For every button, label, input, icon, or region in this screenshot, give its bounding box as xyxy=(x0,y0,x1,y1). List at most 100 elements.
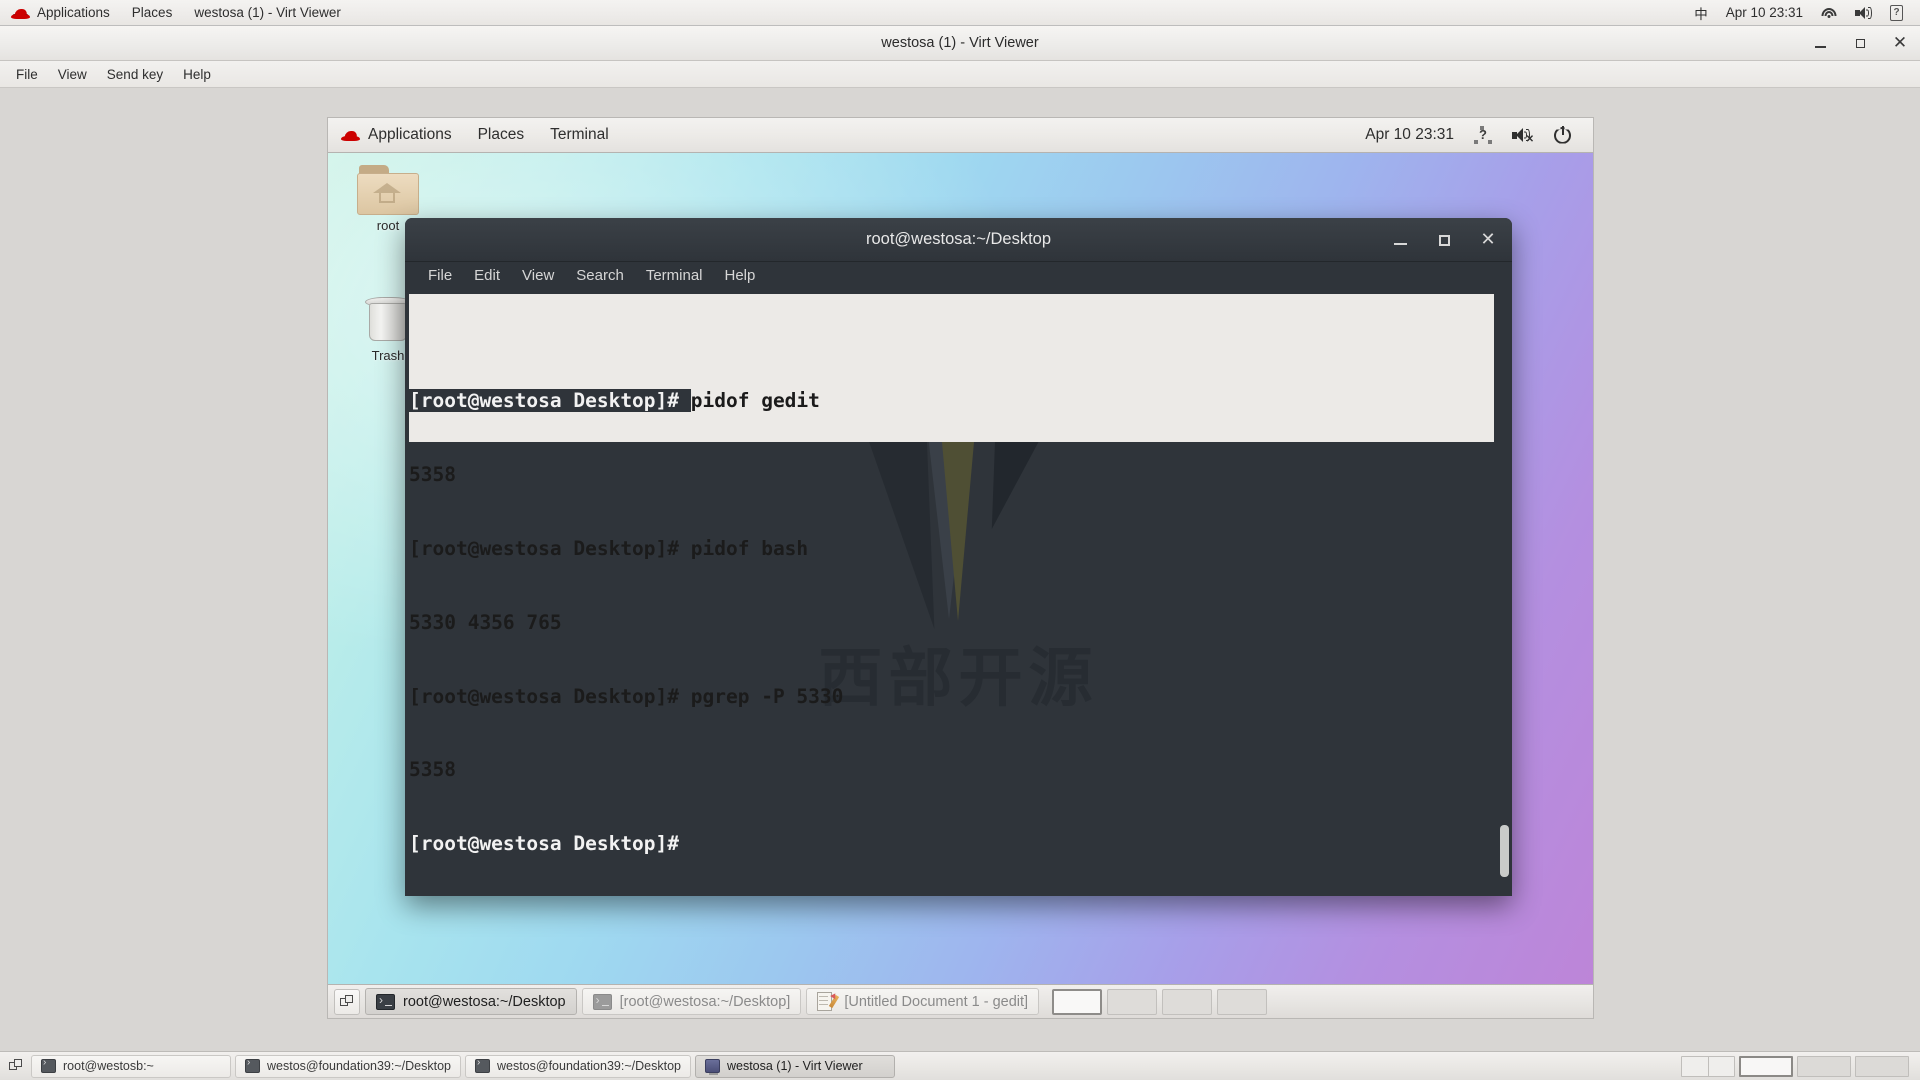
vm-guest-screen[interactable]: Applications Places Terminal Apr 10 23:3… xyxy=(328,118,1593,1018)
terminal-command: 5358 xyxy=(409,758,456,782)
terminal-window-buttons: ✕ xyxy=(1390,218,1498,262)
vm-workspace-2[interactable] xyxy=(1107,988,1158,1015)
terminal-icon xyxy=(245,1057,260,1073)
terminal-menu-help[interactable]: Help xyxy=(714,265,767,286)
vm-taskbar-item-gedit[interactable]: [Untitled Document 1 - gedit] xyxy=(806,988,1040,1015)
host-show-desktop-button[interactable] xyxy=(5,1055,27,1077)
host-taskbar-item-virt-viewer[interactable]: westosa (1) - Virt Viewer xyxy=(694,1054,895,1078)
host-clock[interactable]: Apr 10 23:31 xyxy=(1717,0,1812,26)
terminal-menu-terminal[interactable]: Terminal xyxy=(635,265,714,286)
folder-home-icon xyxy=(357,165,419,215)
virt-viewer-titlebar[interactable]: westosa (1) - Virt Viewer ✕ xyxy=(0,26,1920,61)
host-workspace-3[interactable] xyxy=(1797,1055,1851,1077)
vm-desktop-wallpaper[interactable]: root Trash root@westosa:~/Desktop ✕ File… xyxy=(328,153,1593,984)
show-desktop-icon xyxy=(9,1059,23,1073)
host-places-menu[interactable]: Places xyxy=(121,0,184,26)
accessibility-icon[interactable]: ? xyxy=(1464,118,1502,153)
terminal-titlebar[interactable]: root@westosa:~/Desktop ✕ xyxy=(405,218,1512,262)
vm-taskbar-item-terminal-minimized[interactable]: [root@westosa:~/Desktop] xyxy=(581,988,802,1015)
terminal-menu-view[interactable]: View xyxy=(511,265,565,286)
vm-taskbar-label: [Untitled Document 1 - gedit] xyxy=(844,993,1029,1010)
virt-close-button[interactable]: ✕ xyxy=(1890,34,1910,54)
help-icon[interactable]: ? xyxy=(1881,0,1912,26)
virt-menu-file[interactable]: File xyxy=(6,64,48,85)
terminal-command: pgrep -P 5330 xyxy=(690,684,844,708)
vm-taskbar-label: [root@westosa:~/Desktop] xyxy=(619,993,791,1010)
terminal-menubar: File Edit View Search Terminal Help xyxy=(405,262,1512,289)
host-taskbar-label: westos@foundation39:~/Desktop xyxy=(496,1059,681,1073)
terminal-line: 5330 4356 765 xyxy=(409,611,1512,636)
terminal-command: 5330 4356 765 xyxy=(409,610,562,634)
ime-indicator[interactable]: 中 xyxy=(1685,0,1717,26)
vm-workspace-switcher[interactable] xyxy=(1052,988,1268,1015)
redhat-logo-icon xyxy=(341,128,360,142)
terminal-line: [root@westosa Desktop]# pidof gedit xyxy=(409,389,1512,414)
vm-places-menu[interactable]: Places xyxy=(465,118,538,153)
vm-applications-label: Applications xyxy=(368,126,452,143)
vm-show-desktop-button[interactable] xyxy=(334,988,360,1015)
terminal-prompt: [root@westosa Desktop]# xyxy=(409,536,691,560)
virt-menu-send-key[interactable]: Send key xyxy=(97,64,173,85)
redhat-logo-icon xyxy=(11,6,30,20)
wifi-icon[interactable] xyxy=(1812,0,1846,26)
terminal-icon xyxy=(592,993,612,1010)
virt-viewer-icon xyxy=(704,1059,720,1075)
host-taskbar-label: root@westosb:~ xyxy=(63,1059,154,1073)
terminal-command: 5358 xyxy=(409,463,456,487)
terminal-menu-edit[interactable]: Edit xyxy=(463,265,511,286)
vm-taskbar: root@westosa:~/Desktop [root@westosa:~/D… xyxy=(328,984,1593,1018)
host-taskbar: root@westosb:~ westos@foundation39:~/Des… xyxy=(0,1051,1920,1080)
vm-terminal-menu[interactable]: Terminal xyxy=(537,118,622,153)
host-taskbar-item-foundation39-b[interactable]: westos@foundation39:~/Desktop xyxy=(464,1054,691,1078)
terminal-scrollbar-thumb[interactable] xyxy=(1500,825,1509,877)
host-active-window-label[interactable]: westosa (1) - Virt Viewer xyxy=(183,0,352,26)
vm-workspace-3[interactable] xyxy=(1162,988,1213,1015)
volume-muted-icon[interactable]: ✕ xyxy=(1502,118,1544,153)
virt-menu-help[interactable]: Help xyxy=(173,64,221,85)
host-taskbar-item-foundation39-a[interactable]: westos@foundation39:~/Desktop xyxy=(235,1054,461,1078)
terminal-line: [root@westosa Desktop]# xyxy=(409,832,1512,857)
gnome-terminal-window[interactable]: root@westosa:~/Desktop ✕ File Edit View … xyxy=(405,218,1512,896)
vm-applications-menu[interactable]: Applications xyxy=(328,118,465,153)
terminal-body[interactable]: 西部开源 [root@westosa Desktop]# pidof gedit… xyxy=(405,289,1512,896)
host-workspace-1[interactable] xyxy=(1681,1055,1735,1077)
terminal-menu-search[interactable]: Search xyxy=(565,265,635,286)
terminal-output[interactable]: [root@westosa Desktop]# pidof gedit 5358… xyxy=(405,289,1512,896)
vm-clock[interactable]: Apr 10 23:31 xyxy=(1355,118,1464,153)
terminal-scrollbar[interactable] xyxy=(1498,289,1510,896)
terminal-maximize-button[interactable] xyxy=(1434,230,1454,250)
host-applications-label: Applications xyxy=(37,5,110,20)
host-applications-menu[interactable]: Applications xyxy=(0,0,121,26)
host-workspace-2[interactable] xyxy=(1739,1055,1793,1077)
terminal-icon xyxy=(474,1057,490,1073)
virt-menu-view[interactable]: View xyxy=(48,64,97,85)
vm-workspace-1[interactable] xyxy=(1052,988,1103,1015)
terminal-line: [root@westosa Desktop]# pgrep -P 5330 xyxy=(409,685,1512,710)
terminal-icon xyxy=(41,1057,56,1073)
vm-workspace-4[interactable] xyxy=(1217,988,1268,1015)
terminal-prompt: [root@westosa Desktop]# xyxy=(409,832,680,856)
virt-viewer-title: westosa (1) - Virt Viewer xyxy=(881,35,1039,51)
volume-icon[interactable] xyxy=(1846,0,1881,26)
host-top-panel: Applications Places westosa (1) - Virt V… xyxy=(0,0,1920,26)
power-icon[interactable] xyxy=(1544,118,1581,153)
virt-maximize-button[interactable] xyxy=(1850,34,1870,54)
virt-minimize-button[interactable] xyxy=(1810,34,1830,54)
terminal-menu-file[interactable]: File xyxy=(417,265,463,286)
host-workspace-switcher[interactable] xyxy=(1681,1055,1915,1077)
terminal-minimize-button[interactable] xyxy=(1390,230,1410,250)
vm-top-panel: Applications Places Terminal Apr 10 23:3… xyxy=(328,118,1593,153)
host-taskbar-label: westosa (1) - Virt Viewer xyxy=(726,1059,863,1073)
gedit-icon xyxy=(817,991,840,1012)
terminal-command: pidof bash xyxy=(690,536,809,560)
terminal-prompt: [root@westosa Desktop]# xyxy=(409,684,691,708)
terminal-title: root@westosa:~/Desktop xyxy=(865,230,1052,248)
terminal-prompt: [root@westosa Desktop]# xyxy=(409,389,691,413)
vm-taskbar-item-terminal-active[interactable]: root@westosa:~/Desktop xyxy=(365,988,577,1015)
host-taskbar-item-westosb[interactable]: root@westosb:~ xyxy=(31,1054,231,1078)
virt-viewer-menubar: File View Send key Help xyxy=(0,61,1920,88)
terminal-close-button[interactable]: ✕ xyxy=(1478,230,1498,250)
terminal-line: 5358 xyxy=(409,758,1512,783)
virt-viewer-window-buttons: ✕ xyxy=(1810,26,1910,61)
host-workspace-4[interactable] xyxy=(1855,1055,1909,1077)
